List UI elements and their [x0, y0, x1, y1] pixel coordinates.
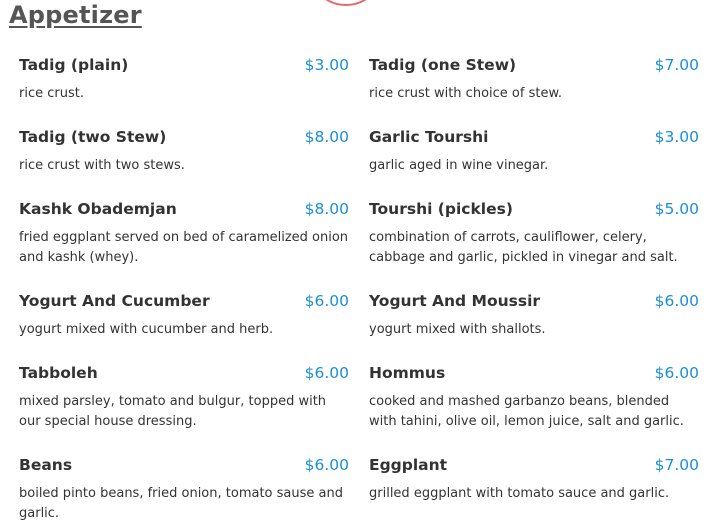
item-name: Tadig (plain)	[19, 56, 129, 74]
section-title: Appetizer	[9, 1, 142, 29]
menu-item[interactable]: Hommus $6.00 cooked and mashed garbanzo …	[369, 364, 699, 456]
menu-item[interactable]: Kashk Obademjan $8.00 fried eggplant ser…	[19, 200, 349, 292]
menu-item[interactable]: Tadig (one Stew) $7.00 rice crust with c…	[369, 56, 699, 128]
menu-item[interactable]: Tabboleh $6.00 mixed parsley, tomato and…	[19, 364, 349, 456]
item-name: Tadig (two Stew)	[19, 128, 167, 146]
item-description: cooked and mashed garbanzo beans, blende…	[369, 394, 684, 429]
item-price: $6.00	[654, 292, 699, 310]
item-name: Tabboleh	[19, 364, 98, 382]
menu-item[interactable]: Tadig (plain) $3.00 rice crust.	[19, 56, 349, 128]
menu-page: Appetizer Tadig (plain) $3.00 rice crust…	[0, 0, 720, 524]
restaurant-logo-icon	[308, 0, 384, 6]
item-description: rice crust.	[19, 86, 84, 101]
item-description: mixed parsley, tomato and bulgur, topped…	[19, 394, 327, 429]
item-description: yogurt mixed with cucumber and herb.	[19, 322, 274, 337]
menu-item[interactable]: Eggplant $7.00 grilled eggplant with tom…	[369, 456, 699, 524]
item-price: $5.00	[654, 200, 699, 218]
menu-item[interactable]: Yogurt And Moussir $6.00 yogurt mixed wi…	[369, 292, 699, 364]
menu-item[interactable]: Yogurt And Cucumber $6.00 yogurt mixed w…	[19, 292, 349, 364]
item-price: $7.00	[654, 56, 699, 74]
item-price: $6.00	[304, 292, 349, 310]
item-name: Tourshi (pickles)	[369, 200, 513, 218]
item-description: grilled eggplant with tomato sauce and g…	[369, 486, 670, 501]
item-description: rice crust with choice of stew.	[369, 86, 563, 101]
item-price: $6.00	[654, 364, 699, 382]
item-price: $3.00	[654, 128, 699, 146]
item-name: Kashk Obademjan	[19, 200, 177, 218]
menu-item[interactable]: Tourshi (pickles) $5.00 combination of c…	[369, 200, 699, 292]
item-price: $8.00	[304, 128, 349, 146]
item-price: $3.00	[304, 56, 349, 74]
item-description: garlic aged in wine vinegar.	[369, 158, 549, 173]
item-description: boiled pinto beans, fried onion, tomato …	[19, 486, 343, 521]
item-name: Eggplant	[369, 456, 448, 474]
item-name: Yogurt And Cucumber	[19, 292, 210, 310]
item-price: $6.00	[304, 364, 349, 382]
item-price: $6.00	[304, 456, 349, 474]
item-description: fried eggplant served on bed of carameli…	[19, 230, 349, 265]
menu-item[interactable]: Garlic Tourshi $3.00 garlic aged in wine…	[369, 128, 699, 200]
item-description: combination of carrots, cauliflower, cel…	[369, 230, 678, 265]
item-price: $8.00	[304, 200, 349, 218]
item-price: $7.00	[654, 456, 699, 474]
menu-grid: Tadig (plain) $3.00 rice crust. Tadig (o…	[19, 56, 699, 524]
item-name: Tadig (one Stew)	[369, 56, 517, 74]
item-description: rice crust with two stews.	[19, 158, 185, 173]
item-name: Garlic Tourshi	[369, 128, 489, 146]
menu-item[interactable]: Tadig (two Stew) $8.00 rice crust with t…	[19, 128, 349, 200]
item-description: yogurt mixed with shallots.	[369, 322, 546, 337]
item-name: Yogurt And Moussir	[369, 292, 541, 310]
item-name: Hommus	[369, 364, 446, 382]
menu-item[interactable]: Beans $6.00 boiled pinto beans, fried on…	[19, 456, 349, 524]
item-name: Beans	[19, 456, 73, 474]
